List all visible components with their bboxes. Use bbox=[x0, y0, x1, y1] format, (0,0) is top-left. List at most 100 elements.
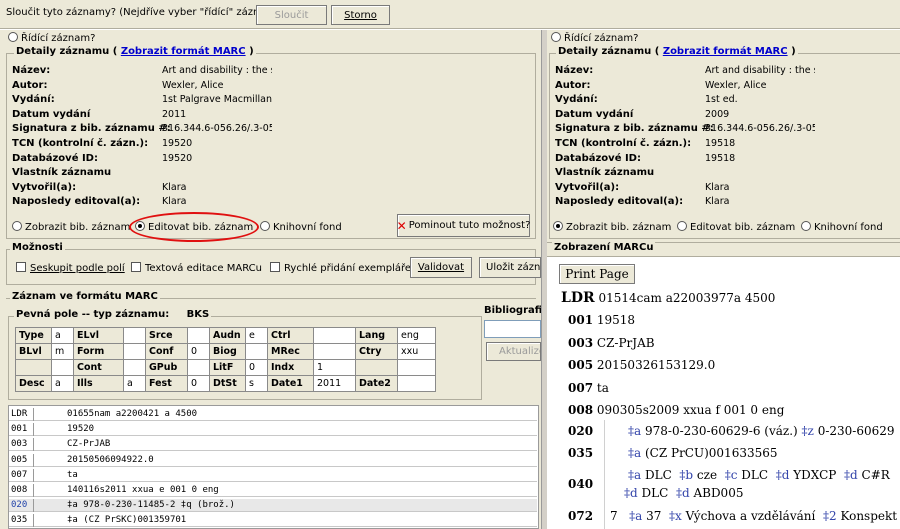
marc-value[interactable]: CZ-PrJAB bbox=[67, 438, 110, 450]
left-holdings-radio[interactable]: Knihovní fond bbox=[260, 221, 342, 233]
save-record-button[interactable]: Uložit záznam bbox=[479, 257, 541, 278]
v: DLC bbox=[741, 468, 769, 482]
highlight-ellipse bbox=[129, 212, 259, 242]
group-checkbox[interactable]: Seskupit podle polí bbox=[16, 262, 125, 274]
marc-view-value: 090305s2009 xxua f 001 0 eng bbox=[596, 403, 785, 418]
ff-label: Lang bbox=[355, 327, 398, 344]
marc-value[interactable]: 19520 bbox=[67, 423, 94, 435]
marc-value[interactable]: 20150506094922.0 bbox=[67, 454, 154, 466]
validate-button[interactable]: Validovat bbox=[410, 257, 472, 278]
fixed-fields-title: Pevná pole -- typ záznamu: bbox=[16, 309, 170, 320]
marc-view-tag: 005 bbox=[568, 358, 594, 373]
marc-row[interactable]: 005 20150506094922.0 bbox=[9, 453, 537, 467]
marc-row[interactable]: 020 ‡a 978-0-230-11485-2 ‡q (brož.) bbox=[9, 499, 537, 513]
right-field-value: 316.344.6-056.26/.3-05 bbox=[705, 123, 815, 135]
right-holdings-label: Knihovní fond bbox=[814, 222, 883, 233]
marc-tag[interactable]: 005 bbox=[9, 453, 34, 467]
ldr-tag: LDR bbox=[561, 290, 595, 306]
v: DLC bbox=[641, 486, 669, 500]
ff-value: e bbox=[245, 327, 268, 344]
sf: ‡d bbox=[675, 486, 690, 500]
marc-grid-line bbox=[604, 420, 605, 529]
right-field-value: 19518 bbox=[705, 152, 736, 164]
left-field-label: Naposledy editoval(a): bbox=[12, 196, 141, 208]
marc-view-value: 19518 bbox=[596, 313, 636, 327]
ff-value: 2011 bbox=[313, 375, 356, 392]
left-field-value: Klara bbox=[162, 181, 187, 193]
marc-tag[interactable]: 001 bbox=[9, 423, 34, 437]
marc-value[interactable]: ta bbox=[67, 469, 78, 481]
merge-button[interactable]: Sloučit bbox=[256, 5, 327, 25]
right-field-label: Datum vydání bbox=[555, 108, 634, 120]
quick-add-checkbox[interactable]: Rychlé přidání exempláře bbox=[270, 262, 411, 274]
v: DLC bbox=[644, 468, 672, 482]
marc-value[interactable]: 140116s2011 xxua e 001 0 eng bbox=[67, 484, 219, 496]
ff-value: eng bbox=[397, 327, 436, 344]
print-page-button[interactable]: Print Page bbox=[559, 264, 635, 284]
left-marc-link[interactable]: Zobrazit formát MARC bbox=[121, 46, 246, 57]
marc-tag[interactable]: 003 bbox=[9, 438, 34, 452]
row-072-value: 7 ‡a 37 ‡x Výchova a vzdělávání ‡2 Konsp… bbox=[610, 509, 897, 523]
right-field-label: Autor: bbox=[555, 79, 591, 91]
text-edit-checkbox[interactable]: Textová editace MARCu bbox=[131, 262, 262, 274]
marc-tag[interactable]: 035 bbox=[9, 514, 34, 528]
marc-value[interactable]: ‡a 978-0-230-11485-2 ‡q (brož.) bbox=[67, 499, 235, 511]
marc-row[interactable]: 003 CZ-PrJAB bbox=[9, 438, 537, 452]
ff-label: Srce bbox=[145, 327, 188, 344]
fixed-fields-legend: Pevná pole -- typ záznamu: BKS bbox=[14, 309, 212, 320]
left-field-label: TCN (kontrolní č. zázn.): bbox=[12, 138, 149, 149]
left-field-value: 2011 bbox=[162, 108, 187, 120]
marc-view-value: 20150326153129.0 bbox=[596, 358, 716, 373]
right-edit-bib-radio[interactable]: Editovat bib. záznam bbox=[677, 221, 795, 233]
ff-label: Audn bbox=[209, 327, 246, 344]
marc-tag[interactable]: 008 bbox=[9, 484, 34, 497]
marc-view-row: 003 CZ-PrJAB bbox=[568, 336, 655, 350]
skip-button[interactable]: ✕ Pominout tuto možnost? bbox=[397, 214, 530, 237]
right-master-radio[interactable]: Řídící záznam? bbox=[551, 32, 638, 44]
marc-row[interactable]: 035 ‡a (CZ PrSKC)001359701 bbox=[9, 514, 537, 528]
marc-tag[interactable]: 007 bbox=[9, 468, 34, 482]
left-field-label: Databázové ID: bbox=[12, 152, 98, 164]
left-field-value: 316.344.6-056.26/.3-05 bbox=[162, 123, 272, 135]
marc-tag[interactable]: 020 bbox=[9, 499, 34, 513]
right-field-label: TCN (kontrolní č. zázn.): bbox=[555, 138, 692, 149]
biblio-input[interactable] bbox=[484, 320, 541, 338]
right-field-label: Databázové ID: bbox=[555, 152, 641, 164]
marc-value[interactable]: ‡a (CZ PrSKC)001359701 bbox=[67, 514, 186, 526]
marc-view-row: 005 20150326153129.0 bbox=[568, 358, 715, 372]
ff-label: MRec bbox=[267, 343, 314, 360]
right-field-value: 19518 bbox=[705, 138, 736, 149]
sf: ‡a bbox=[629, 509, 643, 523]
update-button[interactable]: Aktualizo bbox=[486, 342, 541, 361]
left-field-label: Vytvořil(a): bbox=[12, 181, 77, 193]
right-field-value: Klara bbox=[705, 181, 730, 193]
marc-row[interactable]: 007 ta bbox=[9, 468, 537, 482]
left-details-close: ) bbox=[249, 46, 254, 57]
marc-view-value: CZ-PrJAB bbox=[596, 335, 655, 350]
marc-row[interactable]: 008 140116s2011 xxua e 001 0 eng bbox=[9, 484, 537, 497]
radio-icon bbox=[801, 221, 811, 231]
radio-icon bbox=[12, 221, 22, 231]
right-holdings-radio[interactable]: Knihovní fond bbox=[801, 221, 883, 233]
ff-label: ELvl bbox=[73, 327, 124, 344]
ff-value bbox=[313, 327, 356, 344]
left-master-radio[interactable]: Řídící záznam? bbox=[8, 32, 95, 44]
right-marc-link[interactable]: Zobrazit formát MARC bbox=[663, 46, 788, 57]
marc-row[interactable]: 001 19520 bbox=[9, 423, 537, 437]
right-edit-bib-label: Editovat bib. záznam bbox=[690, 222, 796, 233]
right-view-bib-radio[interactable]: Zobrazit bib. záznam bbox=[553, 221, 671, 233]
ff-value: 0 bbox=[245, 359, 268, 376]
marc-row[interactable]: LDR 01655nam a2200421 a 4500 bbox=[9, 408, 537, 421]
system-number: (CZ PrCU)001633565 bbox=[644, 446, 778, 460]
sf: ‡c bbox=[724, 468, 738, 482]
ff-value bbox=[187, 327, 210, 344]
marc-view-row: 007 ta bbox=[568, 381, 609, 395]
cancel-button[interactable]: Storno bbox=[331, 5, 390, 25]
marc-value[interactable]: 01655nam a2200421 a 4500 bbox=[67, 408, 197, 420]
ff-value: 1 bbox=[313, 359, 356, 376]
options-legend: Možnosti bbox=[10, 242, 65, 253]
right-details-close: ) bbox=[791, 46, 796, 57]
left-field-label: Autor: bbox=[12, 79, 48, 91]
left-view-bib-radio[interactable]: Zobrazit bib. záznam bbox=[12, 221, 130, 233]
marc-tag[interactable]: LDR bbox=[9, 408, 34, 421]
